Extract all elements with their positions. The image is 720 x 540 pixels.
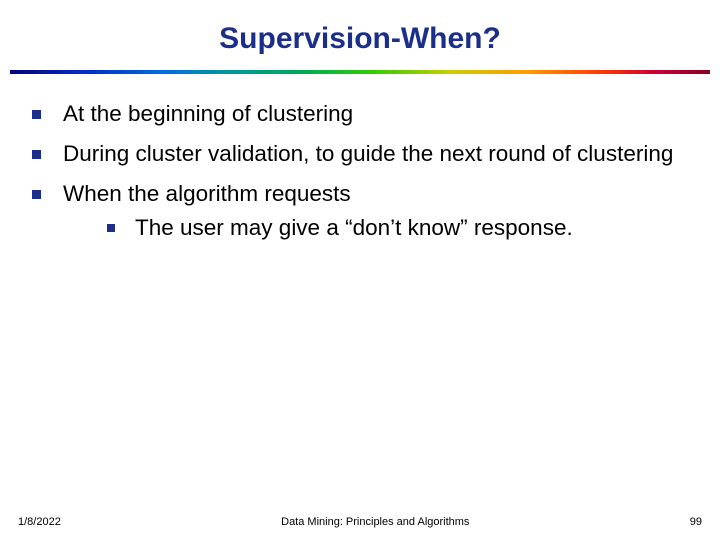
square-bullet-icon <box>32 190 41 199</box>
footer-title: Data Mining: Principles and Algorithms <box>61 516 690 528</box>
bullet-text: During cluster validation, to guide the … <box>63 140 692 168</box>
slide-footer: 1/8/2022 Data Mining: Principles and Alg… <box>0 516 720 528</box>
square-bullet-icon <box>32 110 41 119</box>
bullet-item: During cluster validation, to guide the … <box>28 140 692 168</box>
slide: Supervision-When? At the beginning of cl… <box>0 0 720 540</box>
footer-date: 1/8/2022 <box>18 516 61 528</box>
bullet-text: When the algorithm requests The user may… <box>63 180 692 242</box>
bullet-text: At the beginning of clustering <box>63 100 692 128</box>
footer-page-number: 99 <box>690 516 702 528</box>
bullet-item: At the beginning of clustering <box>28 100 692 128</box>
slide-body: At the beginning of clustering During cl… <box>0 74 720 243</box>
sub-bullet-text: The user may give a “don’t know” respons… <box>135 214 573 242</box>
bullet-text-span: When the algorithm requests <box>63 181 351 206</box>
square-bullet-icon <box>32 150 41 159</box>
slide-title: Supervision-When? <box>0 0 720 56</box>
bullet-item: When the algorithm requests The user may… <box>28 180 692 242</box>
sub-bullet-item: The user may give a “don’t know” respons… <box>103 214 692 242</box>
sub-list: The user may give a “don’t know” respons… <box>63 214 692 242</box>
square-bullet-icon <box>107 224 115 232</box>
